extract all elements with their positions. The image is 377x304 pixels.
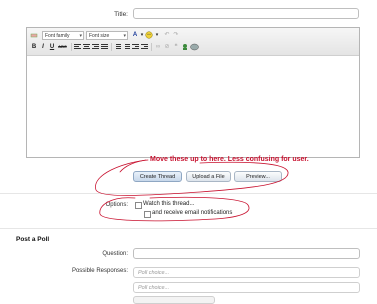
bold-button[interactable]: B (30, 43, 38, 51)
numbered-list-icon[interactable] (123, 44, 130, 50)
indent-icon[interactable] (141, 44, 148, 50)
watch-thread-checkbox[interactable] (135, 202, 142, 209)
align-justify-icon[interactable] (101, 44, 108, 50)
title-input[interactable] (133, 8, 359, 19)
undo-icon[interactable]: ↶ (163, 31, 171, 39)
email-notifications-label: and receive email notifications (152, 210, 233, 216)
chevron-down-icon: ▾ (123, 33, 126, 39)
poll-choice-input[interactable]: Poll choice... (133, 267, 360, 278)
question-label: Question: (102, 251, 128, 257)
strikethrough-button[interactable]: ABC (57, 43, 68, 51)
align-left-icon[interactable] (74, 44, 81, 50)
toolbar-divider (71, 43, 72, 51)
underline-button[interactable]: U (48, 43, 56, 51)
options-label: Options: (105, 202, 128, 208)
create-thread-button[interactable]: Create Thread (133, 171, 182, 182)
question-input[interactable] (133, 248, 360, 259)
eraser-icon[interactable] (30, 31, 38, 39)
toolbar-divider (151, 43, 152, 51)
font-family-select[interactable]: Font family ▾ (42, 31, 84, 40)
rich-text-editor: Font family ▾ Font size ▾ A ▾ ▾ ↶ ↷ B I U … (26, 27, 360, 158)
preview-button[interactable]: Preview... (234, 171, 282, 182)
image-icon[interactable] (181, 43, 189, 51)
title-label: Title: (114, 11, 128, 18)
editor-toolbar: Font family ▾ Font size ▾ A ▾ ▾ ↶ ↷ B I U … (27, 28, 359, 56)
toolbar-divider (111, 43, 112, 51)
watch-thread-label: Watch this thread... (143, 201, 195, 207)
italic-button[interactable]: I (39, 43, 47, 51)
link-icon[interactable]: ∞ (154, 43, 162, 51)
poll-choice-input[interactable]: Poll choice... (133, 282, 360, 293)
media-icon[interactable] (190, 43, 199, 51)
responses-label: Possible Responses: (71, 268, 128, 274)
unlink-icon[interactable]: ⊘ (163, 43, 171, 51)
chevron-down-icon: ▾ (79, 33, 82, 39)
smiley-icon[interactable] (145, 31, 153, 39)
quote-icon[interactable]: ❝ (172, 43, 180, 51)
outdent-icon[interactable] (132, 44, 139, 50)
editor-content-area[interactable] (27, 56, 359, 157)
section-divider (0, 193, 377, 194)
email-notifications-checkbox[interactable] (144, 211, 151, 218)
align-center-icon[interactable] (83, 44, 90, 50)
upload-file-button[interactable]: Upload a File (186, 171, 231, 182)
chevron-down-icon[interactable]: ▾ (153, 31, 161, 39)
redo-icon[interactable]: ↷ (172, 31, 180, 39)
poll-heading: Post a Poll (16, 236, 50, 243)
add-choice-button[interactable] (133, 296, 215, 304)
font-size-select[interactable]: Font size ▾ (86, 31, 128, 40)
section-divider (0, 228, 377, 229)
align-right-icon[interactable] (92, 44, 99, 50)
bullet-list-icon[interactable] (114, 44, 121, 50)
annotation-note: Move these up to here. Less confusing fo… (150, 156, 309, 163)
